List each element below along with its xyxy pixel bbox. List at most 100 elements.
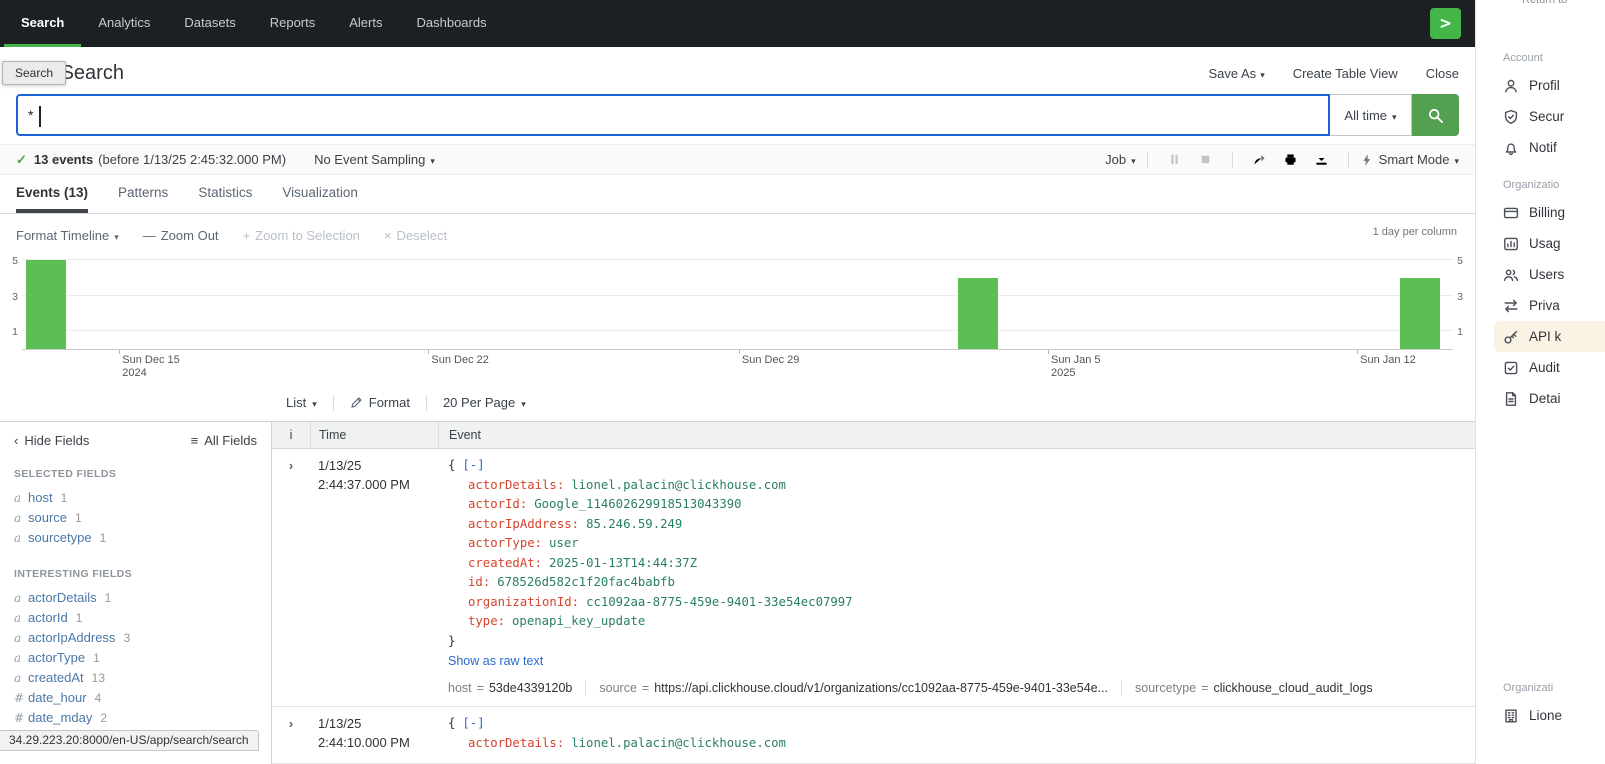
- field-createdAt[interactable]: acreatedAt13: [14, 668, 257, 688]
- menu-item-api-keys[interactable]: API k: [1494, 321, 1605, 352]
- hide-fields-button[interactable]: ‹Hide Fields: [14, 433, 89, 448]
- credit-card-icon: [1503, 205, 1519, 221]
- share-icon[interactable]: [1252, 152, 1267, 167]
- document-icon: [1503, 391, 1519, 407]
- close-button[interactable]: Close: [1426, 66, 1459, 81]
- event-sampling-dropdown[interactable]: No Event Sampling: [314, 152, 435, 167]
- field-sourcetype[interactable]: asourcetype1: [14, 528, 257, 548]
- x-icon: ×: [384, 228, 392, 243]
- zoom-to-selection-button[interactable]: +Zoom to Selection: [243, 228, 360, 243]
- nav-item-dashboards[interactable]: Dashboards: [399, 0, 503, 47]
- time-range-picker[interactable]: All time: [1330, 94, 1412, 136]
- meta-host[interactable]: host=53de4339120b: [448, 681, 572, 695]
- search-input[interactable]: [18, 96, 1328, 134]
- timeline-bar[interactable]: [958, 278, 998, 349]
- menu-item-usage[interactable]: Usag: [1503, 228, 1605, 259]
- nav-item-datasets[interactable]: Datasets: [167, 0, 252, 47]
- tab-events[interactable]: Events (13): [16, 175, 88, 213]
- timeline-bar[interactable]: [1400, 278, 1440, 349]
- menu-item-security[interactable]: Secur: [1503, 101, 1605, 132]
- meta-source[interactable]: source=https://api.clickhouse.cloud/v1/o…: [599, 681, 1108, 695]
- pause-job-icon[interactable]: [1167, 152, 1182, 167]
- field-date_hour[interactable]: #date_hour4: [14, 688, 257, 708]
- search-input-wrap: [16, 94, 1330, 136]
- menu-item-organization-name[interactable]: Lione: [1503, 700, 1605, 731]
- job-complete-check-icon: ✓: [16, 152, 27, 168]
- usage-chart-icon: [1503, 236, 1519, 252]
- expand-event-icon[interactable]: ›: [289, 458, 293, 473]
- meta-sourcetype[interactable]: sourcetype=clickhouse_cloud_audit_logs: [1135, 681, 1373, 695]
- plus-icon: +: [243, 228, 251, 243]
- job-menu[interactable]: Job: [1105, 152, 1136, 167]
- column-header-time[interactable]: Time: [310, 422, 438, 448]
- field-date_mday[interactable]: #date_mday2: [14, 708, 257, 728]
- caret-down-icon: [1392, 108, 1397, 123]
- field-actorDetails[interactable]: aactorDetails1: [14, 588, 257, 608]
- x-axis-tick: [119, 350, 120, 354]
- timeline-bar[interactable]: [26, 260, 66, 349]
- column-header-info: i: [272, 428, 310, 442]
- collapse-json-link[interactable]: [-]: [462, 458, 484, 472]
- save-as-button[interactable]: Save As: [1208, 66, 1264, 81]
- view-mode-dropdown[interactable]: List: [286, 395, 317, 410]
- per-page-dropdown[interactable]: 20 Per Page: [443, 395, 526, 410]
- field-actorIpAddress[interactable]: aactorIpAddress3: [14, 628, 257, 648]
- screen: Search Analytics Datasets Reports Alerts…: [0, 0, 1605, 764]
- print-icon[interactable]: [1283, 152, 1298, 167]
- arrows-left-right-icon: [1503, 298, 1519, 314]
- show-raw-text-link[interactable]: Show as raw text: [448, 654, 543, 668]
- search-mode-selector[interactable]: Smart Mode: [1360, 152, 1459, 167]
- event-time: 1/13/25 2:44:10.000 PM: [310, 714, 438, 753]
- stop-job-icon[interactable]: [1198, 152, 1213, 167]
- section-title-account: Account: [1503, 52, 1605, 64]
- deselect-button[interactable]: ×Deselect: [384, 228, 447, 243]
- field-actorType[interactable]: aactorType1: [14, 648, 257, 668]
- menu-item-billing[interactable]: Billing: [1503, 197, 1605, 228]
- menu-item-private[interactable]: Priva: [1503, 290, 1605, 321]
- job-status-bar: ✓ 13 events (before 1/13/25 2:45:32.000 …: [0, 144, 1475, 175]
- all-fields-button[interactable]: ≡All Fields: [191, 433, 257, 448]
- top-nav: Search Analytics Datasets Reports Alerts…: [0, 0, 1475, 47]
- search-button[interactable]: [1412, 94, 1459, 136]
- format-timeline-dropdown[interactable]: Format Timeline: [16, 228, 119, 243]
- menu-item-details[interactable]: Detai: [1503, 383, 1605, 414]
- y-axis-label: 1: [10, 326, 20, 338]
- menu-item-users[interactable]: Users: [1503, 259, 1605, 290]
- expand-event-icon[interactable]: ›: [289, 716, 293, 731]
- interesting-fields-title: INTERESTING FIELDS: [14, 568, 257, 580]
- divider: [1121, 680, 1122, 696]
- search-mode-label: Smart Mode: [1379, 152, 1450, 167]
- divider: [333, 395, 334, 411]
- field-host[interactable]: ahost1: [14, 488, 257, 508]
- format-results-button[interactable]: Format: [350, 395, 410, 410]
- menu-item-profile[interactable]: Profil: [1503, 70, 1605, 101]
- tab-statistics[interactable]: Statistics: [198, 175, 252, 213]
- events-table: i Time Event › 1/13/25 2:44:37.000 PM {[…: [272, 422, 1475, 764]
- x-axis-tick: [1357, 350, 1358, 354]
- return-to-link[interactable]: Return to: [1522, 0, 1567, 6]
- x-axis-tick: [428, 350, 429, 354]
- export-icon[interactable]: [1314, 152, 1329, 167]
- field-source[interactable]: asource1: [14, 508, 257, 528]
- nav-item-alerts[interactable]: Alerts: [332, 0, 399, 47]
- list-controls: List Format 20 Per Page: [0, 384, 1475, 422]
- nav-item-analytics[interactable]: Analytics: [81, 0, 167, 47]
- nav-item-reports[interactable]: Reports: [253, 0, 333, 47]
- menu-item-audit[interactable]: Audit: [1503, 352, 1605, 383]
- collapse-json-link[interactable]: [-]: [462, 716, 484, 730]
- menu-item-notifications[interactable]: Notif: [1503, 132, 1605, 163]
- nav-item-search[interactable]: Search: [4, 0, 81, 47]
- tab-patterns[interactable]: Patterns: [118, 175, 168, 213]
- create-table-view-button[interactable]: Create Table View: [1293, 66, 1398, 81]
- key-icon: [1503, 329, 1519, 345]
- zoom-out-button[interactable]: —Zoom Out: [143, 228, 219, 243]
- check-square-icon: [1503, 360, 1519, 376]
- splunk-logo[interactable]: >: [1430, 8, 1461, 39]
- tab-visualization[interactable]: Visualization: [282, 175, 358, 213]
- timeline-scale-note: 1 day per column: [1373, 226, 1457, 238]
- field-actorId[interactable]: aactorId1: [14, 608, 257, 628]
- time-range-label: All time: [1344, 108, 1387, 123]
- events-table-header: i Time Event: [272, 422, 1475, 449]
- timeline-section: Format Timeline —Zoom Out +Zoom to Selec…: [0, 214, 1475, 380]
- x-axis-label: Sun Jan 12: [1360, 354, 1416, 367]
